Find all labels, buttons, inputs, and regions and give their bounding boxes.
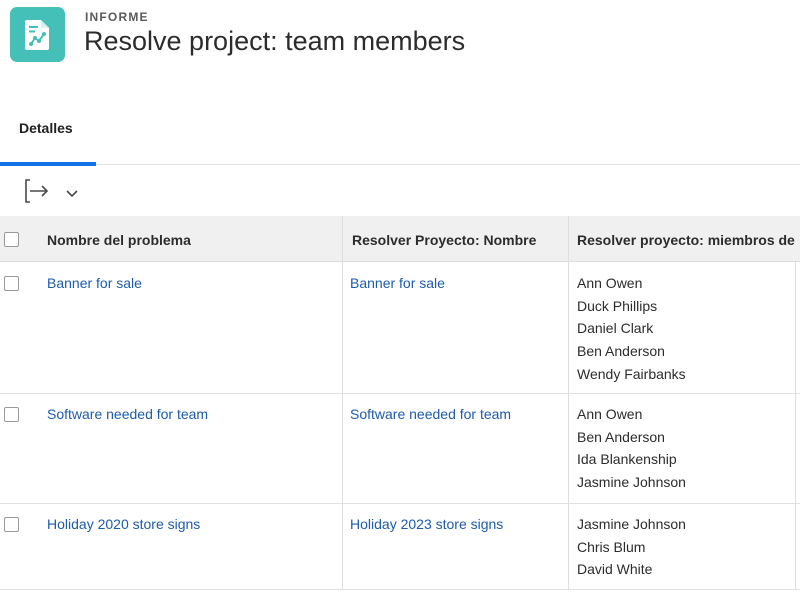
export-button[interactable]	[20, 178, 54, 204]
column-divider	[795, 504, 796, 590]
column-divider	[795, 262, 796, 394]
project-name-link[interactable]: Software needed for team	[350, 403, 511, 426]
column-header-issue-name[interactable]: Nombre del problema	[47, 216, 337, 262]
toolbar	[0, 166, 800, 216]
column-divider	[342, 504, 343, 590]
team-member: Wendy Fairbanks	[577, 365, 686, 382]
project-name-link[interactable]: Holiday 2023 store signs	[350, 513, 503, 536]
column-header-project-name[interactable]: Resolver Proyecto: Nombre	[352, 216, 562, 262]
team-member: Jasmine Johnson	[577, 474, 686, 491]
report-chart-icon	[10, 7, 65, 62]
team-member: Daniel Clark	[577, 320, 654, 337]
issue-name-link[interactable]: Holiday 2020 store signs	[47, 513, 200, 536]
export-dropdown-button[interactable]	[62, 184, 82, 202]
column-divider	[568, 216, 569, 262]
team-member: Ann Owen	[577, 275, 643, 291]
select-all-checkbox[interactable]	[4, 232, 19, 247]
team-members-cell: Ann Owen Ben Anderson Ida Blankenship Ja…	[577, 403, 686, 494]
column-divider	[342, 394, 343, 504]
issue-name-link[interactable]: Software needed for team	[47, 403, 208, 426]
column-divider	[568, 394, 569, 504]
team-members-cell: Ann Owen Duck Phillips Daniel Clark Ben …	[577, 272, 686, 386]
row-checkbox[interactable]	[4, 407, 19, 422]
export-icon	[25, 179, 49, 203]
team-member: Ann Owen	[577, 406, 643, 422]
page-title: Resolve project: team members	[84, 26, 466, 56]
team-member: Duck Phillips	[577, 297, 658, 314]
row-checkbox[interactable]	[4, 276, 19, 291]
column-header-team-members[interactable]: Resolver proyecto: miembros de	[577, 216, 800, 262]
page-header: INFORME Resolve project: team members	[0, 0, 800, 106]
tab-bar: Detalles	[0, 106, 800, 166]
column-divider	[568, 504, 569, 590]
row-checkbox[interactable]	[4, 517, 19, 532]
column-divider	[342, 216, 343, 262]
report-table: Nombre del problema Resolver Proyecto: N…	[0, 216, 800, 590]
table-row: Software needed for team Software needed…	[0, 394, 800, 504]
team-member: Ida Blankenship	[577, 451, 677, 468]
tab-label: Detalles	[19, 120, 73, 136]
issue-name-link[interactable]: Banner for sale	[47, 272, 142, 295]
column-divider	[795, 394, 796, 504]
column-divider	[342, 262, 343, 394]
team-member: Jasmine Johnson	[577, 516, 686, 532]
table-header-row: Nombre del problema Resolver Proyecto: N…	[0, 216, 800, 262]
team-member: David White	[577, 561, 653, 578]
team-member: Ben Anderson	[577, 343, 665, 360]
column-divider	[568, 262, 569, 394]
team-member: Ben Anderson	[577, 428, 665, 445]
table-row: Holiday 2020 store signs Holiday 2023 st…	[0, 504, 800, 590]
tab-detalles[interactable]: Detalles	[0, 106, 96, 166]
table-row: Banner for sale Banner for sale Ann Owen…	[0, 262, 800, 394]
chevron-down-icon	[66, 190, 78, 198]
project-name-link[interactable]: Banner for sale	[350, 272, 445, 295]
team-members-cell: Jasmine Johnson Chris Blum David White	[577, 513, 686, 581]
page-eyebrow: INFORME	[85, 10, 149, 24]
team-member: Chris Blum	[577, 538, 646, 555]
